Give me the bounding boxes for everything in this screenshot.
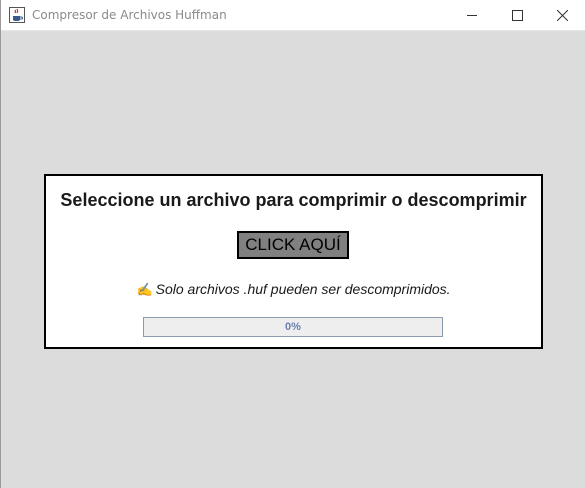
maximize-button[interactable]	[495, 0, 540, 31]
progress-label: 0%	[285, 321, 301, 333]
maximize-icon	[512, 10, 523, 21]
writing-hand-icon: ✍	[136, 282, 153, 297]
select-file-button[interactable]: CLICK AQUÍ	[237, 231, 349, 259]
app-window: Compresor de Archivos Huffman Seleccione…	[0, 0, 585, 488]
note-text: Solo archivos .huf pueden ser descomprim…	[155, 281, 451, 297]
window-title: Compresor de Archivos Huffman	[32, 8, 227, 22]
java-cup-icon	[9, 7, 25, 23]
close-icon	[557, 10, 568, 21]
progress-bar: 0%	[143, 317, 443, 337]
panel-heading: Seleccione un archivo para comprimir o d…	[60, 190, 527, 210]
note-line: ✍ Solo archivos .huf pueden ser descompri…	[46, 281, 541, 298]
close-button[interactable]	[540, 0, 585, 31]
minimize-icon	[467, 15, 477, 16]
compress-panel: Seleccione un archivo para comprimir o d…	[44, 174, 543, 349]
title-bar[interactable]: Compresor de Archivos Huffman	[1, 0, 585, 31]
minimize-button[interactable]	[450, 0, 495, 31]
